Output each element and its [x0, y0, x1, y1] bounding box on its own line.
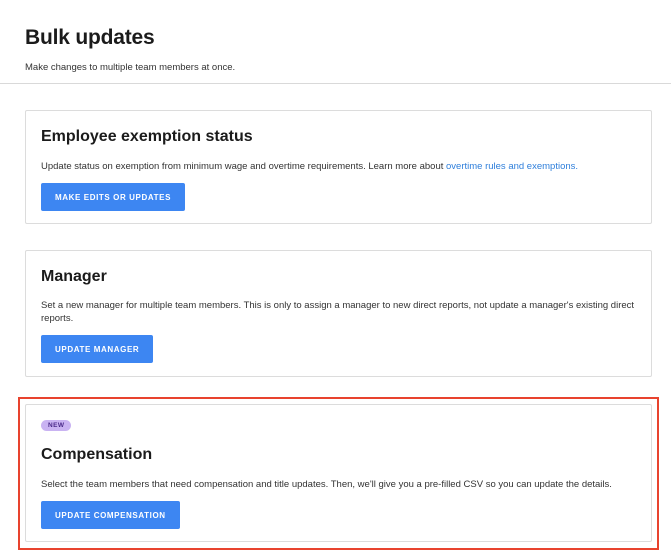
- new-badge: NEW: [41, 420, 72, 431]
- make-edits-button[interactable]: MAKE EDITS OR UPDATES: [41, 183, 186, 211]
- exemption-card-title: Employee exemption status: [41, 128, 253, 145]
- page-subtitle: Make changes to multiple team members at…: [25, 62, 236, 73]
- exemption-description-text: Update status on exemption from minimum …: [41, 161, 447, 172]
- page-title: Bulk updates: [25, 26, 155, 49]
- compensation-card-description: Select the team members that need compen…: [41, 479, 612, 490]
- manager-card: Manager Set a new manager for multiple t…: [25, 250, 652, 377]
- manager-card-description: Set a new manager for multiple team memb…: [41, 300, 635, 324]
- update-compensation-button[interactable]: UPDATE COMPENSATION: [41, 501, 180, 529]
- manager-card-title: Manager: [41, 268, 107, 285]
- compensation-card-title: Compensation: [41, 446, 153, 463]
- exemption-status-card: Employee exemption status Update status …: [25, 110, 652, 224]
- compensation-card: NEW Compensation Select the team members…: [25, 404, 652, 542]
- page-header: Bulk updates Make changes to multiple te…: [0, 0, 671, 84]
- update-manager-button[interactable]: UPDATE MANAGER: [41, 335, 154, 363]
- exemption-card-description: Update status on exemption from minimum …: [41, 160, 641, 173]
- overtime-rules-link[interactable]: overtime rules and exemptions.: [446, 161, 578, 172]
